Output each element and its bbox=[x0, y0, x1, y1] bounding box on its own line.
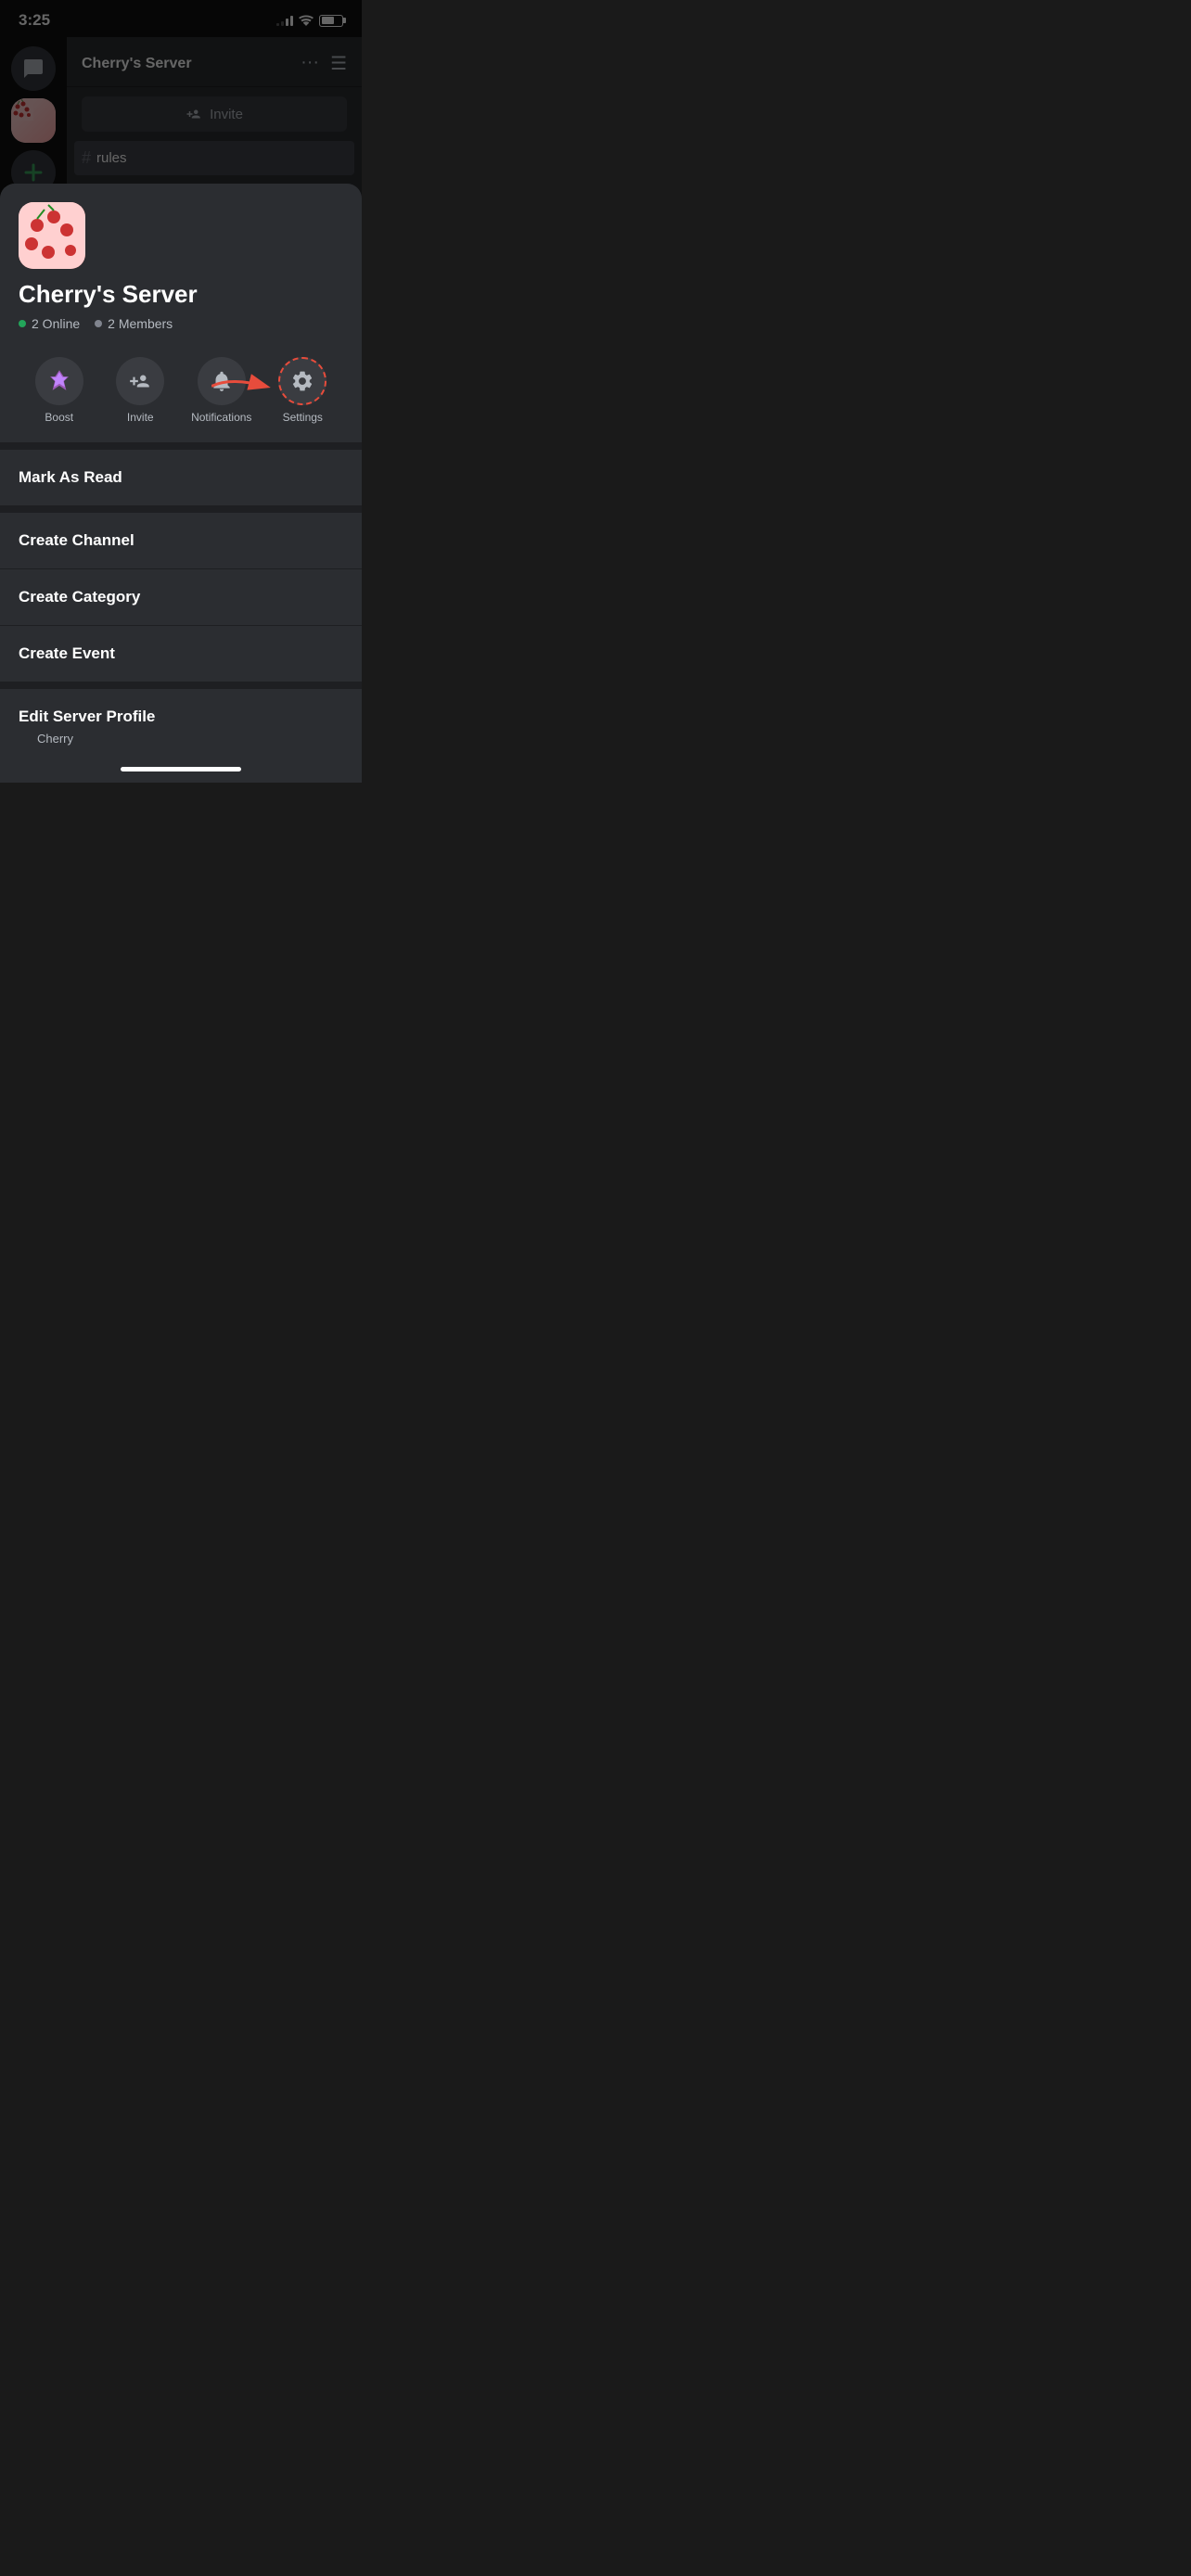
notifications-icon-container bbox=[198, 357, 246, 405]
notifications-label: Notifications bbox=[191, 411, 251, 424]
create-channel-item[interactable]: Create Channel bbox=[0, 513, 362, 569]
edit-server-profile-item[interactable]: Edit Server Profile Cherry bbox=[0, 689, 362, 755]
profile-sublabel: Cherry bbox=[19, 728, 343, 747]
bottom-overlay: Cherry's Server 2 Online 2 Members bbox=[0, 0, 362, 783]
menu-section: Mark As Read bbox=[0, 450, 362, 505]
home-bar bbox=[121, 767, 241, 772]
create-event-label: Create Event bbox=[19, 644, 115, 662]
online-stat: 2 Online bbox=[19, 316, 80, 331]
edit-profile-section: Edit Server Profile Cherry bbox=[0, 689, 362, 755]
server-info-section: Cherry's Server 2 Online 2 Members bbox=[0, 184, 362, 442]
settings-button[interactable]: Settings bbox=[263, 357, 344, 424]
edit-profile-label: Edit Server Profile bbox=[19, 708, 155, 725]
home-indicator bbox=[0, 755, 362, 783]
menu-section-2: Create Channel Create Category Create Ev… bbox=[0, 513, 362, 682]
members-stat: 2 Members bbox=[95, 316, 173, 331]
mark-as-read-label: Mark As Read bbox=[19, 468, 122, 486]
create-category-item[interactable]: Create Category bbox=[0, 569, 362, 626]
invite-action-button[interactable]: Invite bbox=[100, 357, 182, 424]
mark-as-read-item[interactable]: Mark As Read bbox=[0, 450, 362, 505]
server-avatar bbox=[19, 202, 85, 269]
invite-action-label: Invite bbox=[127, 411, 154, 424]
invite-icon-container bbox=[116, 357, 164, 405]
server-title: Cherry's Server bbox=[19, 280, 343, 309]
create-channel-label: Create Channel bbox=[19, 531, 134, 549]
action-buttons: Boost Invite bbox=[19, 350, 343, 427]
server-avatar-image bbox=[19, 202, 85, 269]
boost-button[interactable]: Boost bbox=[19, 357, 100, 424]
boost-icon-container bbox=[35, 357, 83, 405]
create-event-item[interactable]: Create Event bbox=[0, 626, 362, 682]
settings-icon-container bbox=[278, 357, 327, 405]
bottom-sheet: Cherry's Server 2 Online 2 Members bbox=[0, 184, 362, 783]
online-count: 2 Online bbox=[32, 316, 80, 331]
online-dot bbox=[19, 320, 26, 327]
settings-label: Settings bbox=[283, 411, 323, 424]
server-stats: 2 Online 2 Members bbox=[19, 316, 343, 331]
notifications-button[interactable]: Notifications bbox=[181, 357, 263, 424]
members-dot bbox=[95, 320, 102, 327]
members-count: 2 Members bbox=[108, 316, 173, 331]
boost-label: Boost bbox=[45, 411, 73, 424]
create-category-label: Create Category bbox=[19, 588, 140, 606]
